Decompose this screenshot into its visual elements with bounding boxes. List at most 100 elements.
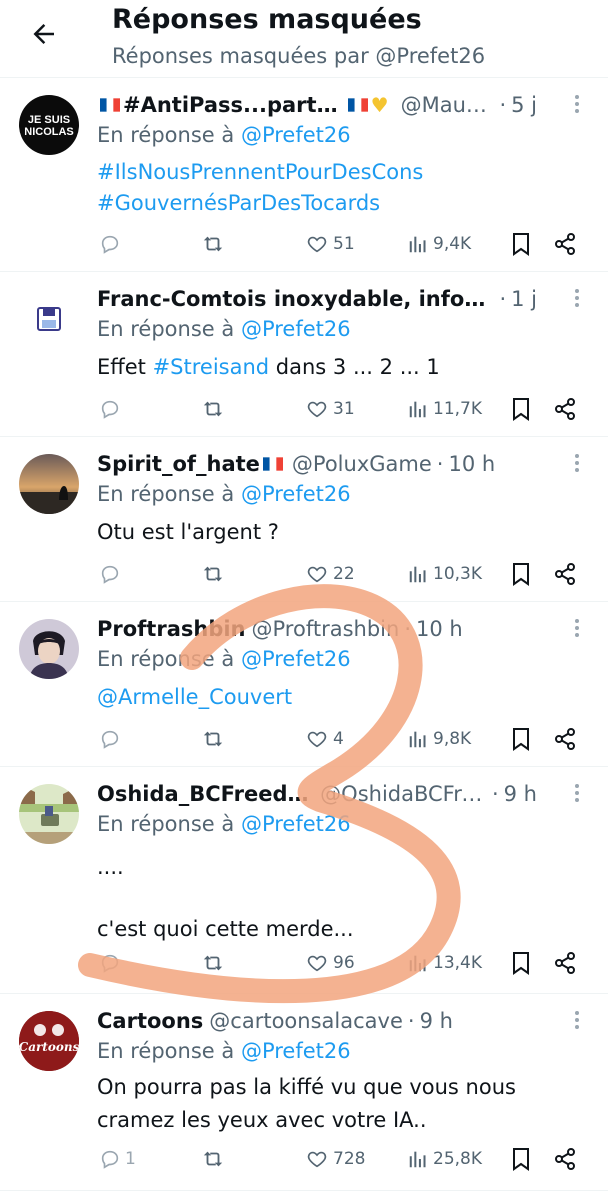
like-icon [307, 236, 327, 253]
timestamp[interactable]: 5 j [511, 93, 537, 117]
bookmark-button[interactable] [511, 724, 531, 754]
reply-context: En réponse à @Prefet26 [97, 647, 351, 671]
retweet-icon [203, 236, 223, 252]
like-button[interactable]: 51 [305, 229, 355, 259]
like-button[interactable]: 31 [305, 394, 355, 424]
share-button[interactable] [553, 559, 577, 589]
tweet[interactable]: Oshida_BCFreedom @OshidaBCFre... · 9 h E… [0, 768, 608, 994]
avatar[interactable]: Cartoons [19, 1011, 79, 1071]
tweet[interactable]: JE SUIS NICOLAS #AntiPass...partout ♥ @M… [0, 79, 608, 272]
bookmark-button[interactable] [511, 394, 531, 424]
more-icon[interactable] [566, 93, 588, 115]
share-button[interactable] [553, 394, 577, 424]
mention-link[interactable]: @Armelle_Couvert [97, 685, 292, 709]
author-name[interactable]: Spirit_of_hate [97, 452, 260, 476]
timestamp[interactable]: 9 h [504, 782, 537, 806]
views-button[interactable]: 11,7K [407, 394, 482, 424]
timestamp[interactable]: 10 h [448, 452, 495, 476]
reply-button[interactable] [99, 724, 125, 754]
separator-dot: · [499, 287, 507, 311]
share-button[interactable] [553, 1144, 577, 1174]
back-arrow-icon[interactable] [24, 14, 64, 54]
author-name[interactable]: Cartoons [97, 1009, 203, 1033]
tweet-text: On pourra pas la kiffé vu que vous nous … [97, 1071, 516, 1137]
views-icon [409, 731, 426, 748]
retweet-button[interactable] [201, 724, 225, 754]
reply-button[interactable]: 1 [99, 1144, 136, 1174]
author-handle[interactable]: @cartoonsalacave [209, 1009, 403, 1033]
retweet-button[interactable] [201, 1144, 225, 1174]
avatar[interactable] [19, 784, 79, 844]
reply-icon [101, 565, 119, 584]
bookmark-button[interactable] [511, 229, 531, 259]
share-button[interactable] [553, 948, 577, 978]
bookmark-icon [513, 233, 529, 256]
tweet[interactable]: Cartoons Cartoons @cartoonsalacave · 9 h… [0, 995, 608, 1191]
reply-mention-link[interactable]: @Prefet26 [241, 647, 351, 671]
avatar-text: JE SUIS [28, 114, 70, 126]
more-icon[interactable] [566, 782, 588, 804]
reply-button[interactable] [99, 229, 125, 259]
like-count: 31 [333, 399, 355, 419]
avatar-text: Cartoons [19, 1040, 79, 1054]
tweet[interactable]: Franc-Comtois inoxydable, informa... · 1… [0, 273, 608, 437]
views-button[interactable]: 9,8K [407, 724, 471, 754]
like-button[interactable]: 728 [305, 1144, 365, 1174]
reply-mention-link[interactable]: @Prefet26 [241, 482, 351, 506]
timestamp[interactable]: 10 h [416, 617, 463, 641]
views-button[interactable]: 25,8K [407, 1144, 482, 1174]
author-name[interactable]: #AntiPass...partout [123, 93, 345, 117]
like-icon [307, 401, 327, 418]
retweet-button[interactable] [201, 394, 225, 424]
hashtag-link[interactable]: #GouvernésParDesTocards [97, 188, 423, 219]
retweet-button[interactable] [201, 948, 225, 978]
like-button[interactable]: 22 [305, 559, 355, 589]
views-button[interactable]: 10,3K [407, 559, 482, 589]
views-button[interactable]: 9,4K [407, 229, 471, 259]
tweet[interactable]: Proftrashbin @Proftrashbin · 10 h En rép… [0, 603, 608, 767]
views-button[interactable]: 13,4K [407, 948, 482, 978]
hashtag-link[interactable]: #Streisand [153, 355, 270, 379]
retweet-button[interactable] [201, 229, 225, 259]
more-icon[interactable] [566, 617, 588, 639]
author-handle[interactable]: @PoluxGame [292, 452, 432, 476]
reply-button[interactable] [99, 394, 125, 424]
timestamp[interactable]: 9 h [420, 1009, 453, 1033]
views-icon [409, 955, 426, 972]
author-handle[interactable]: @OshidaBCFre... [320, 782, 487, 806]
share-button[interactable] [553, 229, 577, 259]
bookmark-button[interactable] [511, 1144, 531, 1174]
bookmark-button[interactable] [511, 948, 531, 978]
reply-mention-link[interactable]: @Prefet26 [241, 1039, 351, 1063]
avatar[interactable]: JE SUIS NICOLAS [19, 95, 79, 155]
avatar[interactable] [19, 619, 79, 679]
author-handle[interactable]: @Proftrashbin [252, 617, 400, 641]
reply-icon [101, 730, 119, 749]
share-button[interactable] [553, 724, 577, 754]
view-count: 11,7K [433, 399, 482, 419]
reply-prefix: En réponse à [97, 317, 235, 341]
bookmark-button[interactable] [511, 559, 531, 589]
author-name[interactable]: Franc-Comtois inoxydable, informa... [97, 287, 494, 311]
more-icon[interactable] [566, 452, 588, 474]
reply-button[interactable] [99, 559, 125, 589]
more-icon[interactable] [566, 287, 588, 309]
more-icon[interactable] [566, 1009, 588, 1031]
tweet-text-line: On pourra pas la kiffé vu que vous nous [97, 1075, 516, 1099]
author-name[interactable]: Proftrashbin [97, 617, 246, 641]
reply-prefix: En réponse à [97, 482, 235, 506]
avatar[interactable] [19, 289, 79, 349]
reply-mention-link[interactable]: @Prefet26 [241, 812, 351, 836]
like-button[interactable]: 96 [305, 948, 355, 978]
tweet[interactable]: Spirit_of_hate @PoluxGame · 10 h En répo… [0, 438, 608, 602]
reply-mention-link[interactable]: @Prefet26 [241, 317, 351, 341]
timestamp[interactable]: 1 j [511, 287, 537, 311]
avatar[interactable] [19, 454, 79, 514]
reply-mention-link[interactable]: @Prefet26 [241, 123, 351, 147]
author-handle[interactable]: @Maub... [401, 93, 495, 117]
hashtag-link[interactable]: #IlsNousPrennentPourDesCons [97, 157, 423, 188]
retweet-button[interactable] [201, 559, 225, 589]
reply-button[interactable] [99, 948, 125, 978]
author-name[interactable]: Oshida_BCFreedom [97, 782, 314, 806]
like-button[interactable]: 4 [305, 724, 344, 754]
